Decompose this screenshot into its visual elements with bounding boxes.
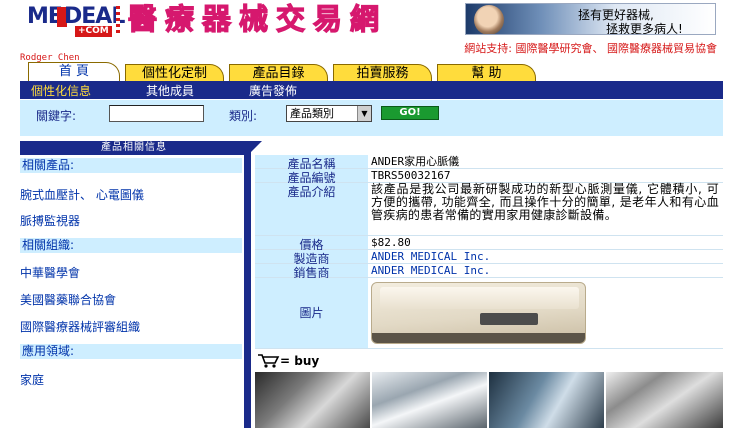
keyword-input[interactable] xyxy=(109,105,204,122)
product-name-value: ANDER家用心脈儀 xyxy=(371,155,460,168)
product-code-label: 產品編號 xyxy=(255,169,368,185)
tab-home[interactable]: 首 頁 xyxy=(28,62,120,82)
photo-strip xyxy=(255,372,723,428)
tab-help[interactable]: 幫 助 xyxy=(437,64,536,82)
product-intro-value: 該產品是我公司最新研製成功的新型心脈測量儀, 它體積小, 可方便的攜帶, 功能齊… xyxy=(371,182,719,222)
photo-3[interactable] xyxy=(489,372,604,428)
site-title: 醫療器械交易網 xyxy=(127,1,388,36)
row-product-intro: 產品介紹 該產品是我公司最新研製成功的新型心脈測量儀, 它體積小, 可方便的攜帶… xyxy=(255,183,723,236)
support-orgs[interactable]: 國際醫學研究會、 國際醫療器械貿易協會 xyxy=(516,42,718,55)
category-label: 類別: xyxy=(229,109,258,123)
maker-link[interactable]: ANDER MEDICAL Inc. xyxy=(371,250,719,263)
sidebar-link-us-medical[interactable]: 美國醫藥聯合協會 xyxy=(20,291,116,308)
product-code-value: TBRS50032167 xyxy=(371,169,451,182)
row-maker: 製造商 ANDER MEDICAL Inc. xyxy=(255,250,723,266)
sidebar-link-family[interactable]: 家庭 xyxy=(20,371,44,388)
support-label: 網站支持: xyxy=(464,42,512,55)
go-button[interactable]: GO! xyxy=(381,106,439,120)
chevron-down-icon[interactable]: ▼ xyxy=(357,106,371,121)
sidebar-group-application: 應用領域: xyxy=(20,344,242,359)
search-bar: 關鍵字: 類別: 產品類別 ▼ GO! xyxy=(20,100,723,136)
buy-button[interactable]: = buy xyxy=(258,352,326,370)
device-lid xyxy=(380,287,579,309)
photo-2[interactable] xyxy=(372,372,487,428)
device-display xyxy=(480,313,538,325)
device-base xyxy=(372,333,585,343)
subnav-ad-publish[interactable]: 廣告發佈 xyxy=(249,83,297,99)
photo-4[interactable] xyxy=(606,372,723,428)
product-name-label: 產品名稱 xyxy=(255,155,368,171)
tab-catalog[interactable]: 產品目錄 xyxy=(229,64,328,82)
tab-personalize[interactable]: 個性化定制 xyxy=(125,64,224,82)
product-intro-label: 產品介紹 xyxy=(255,183,368,235)
row-price: 價格 $82.80 xyxy=(255,236,723,252)
seller-link[interactable]: ANDER MEDICAL Inc. xyxy=(371,264,719,277)
sidebar-link-chinese-medical[interactable]: 中華醫學會 xyxy=(20,264,80,281)
sidebar-group-related-products: 相關產品: xyxy=(20,158,242,173)
row-image: 圖片 xyxy=(255,278,723,349)
price-value: $82.80 xyxy=(371,236,411,249)
banner-portrait-icon xyxy=(474,5,504,34)
sidebar-scrollbar[interactable] xyxy=(244,141,251,428)
main-tabs: 首 頁 個性化定制 產品目錄 拍賣服務 幫 助 xyxy=(20,62,723,82)
subnav-personal-info[interactable]: 個性化信息 xyxy=(31,83,91,99)
sidebar-link-pulse-monitor[interactable]: 脈搏監視器 xyxy=(20,212,80,229)
brand-stripe xyxy=(116,6,120,36)
sidebar-header-title: 產品相關信息 xyxy=(101,142,167,153)
subnav-other-members[interactable]: 其他成員 xyxy=(146,83,194,99)
sidebar-group-related-orgs: 相關組織: xyxy=(20,238,242,253)
row-seller: 銷售商 ANDER MEDICAL Inc. xyxy=(255,264,723,280)
sidebar-link-bp-ecg[interactable]: 腕式血壓計、 心電圖儀 xyxy=(20,186,144,203)
tab-auction[interactable]: 拍賣服務 xyxy=(333,64,432,82)
row-product-name: 產品名稱 ANDER家用心脈儀 xyxy=(255,155,723,171)
logo-text-com: +COM xyxy=(75,26,112,37)
category-select[interactable]: 產品類別 ▼ xyxy=(286,105,372,122)
keyword-label: 關鍵字: xyxy=(36,109,77,123)
ad-banner[interactable]: 拯有更好器械, 拯救更多病人! xyxy=(465,3,716,35)
price-label: 價格 xyxy=(255,236,368,252)
sub-navigation: 個性化信息 其他成員 廣告發佈 xyxy=(20,83,723,99)
row-product-code: 產品編號 TBRS50032167 xyxy=(255,169,723,185)
site-support: 網站支持: 國際醫學研究會、 國際醫療器械貿易協會 xyxy=(464,40,717,56)
buy-label: = buy xyxy=(280,354,320,368)
medeal-logo[interactable]: ME DEAL +COM xyxy=(27,4,125,38)
banner-text-line2: 拯救更多病人! xyxy=(606,22,683,35)
maker-label: 製造商 xyxy=(255,250,368,266)
seller-label: 銷售商 xyxy=(255,264,368,280)
photo-1[interactable] xyxy=(255,372,370,428)
sidebar-header: 產品相關信息 xyxy=(20,141,262,155)
shopping-cart-icon xyxy=(258,354,280,368)
image-label: 圖片 xyxy=(255,278,368,348)
product-image[interactable] xyxy=(371,282,586,344)
category-select-value: 產品類別 xyxy=(290,107,334,120)
sidebar-link-intl-review[interactable]: 國際醫療器械評審組織 xyxy=(20,318,140,335)
